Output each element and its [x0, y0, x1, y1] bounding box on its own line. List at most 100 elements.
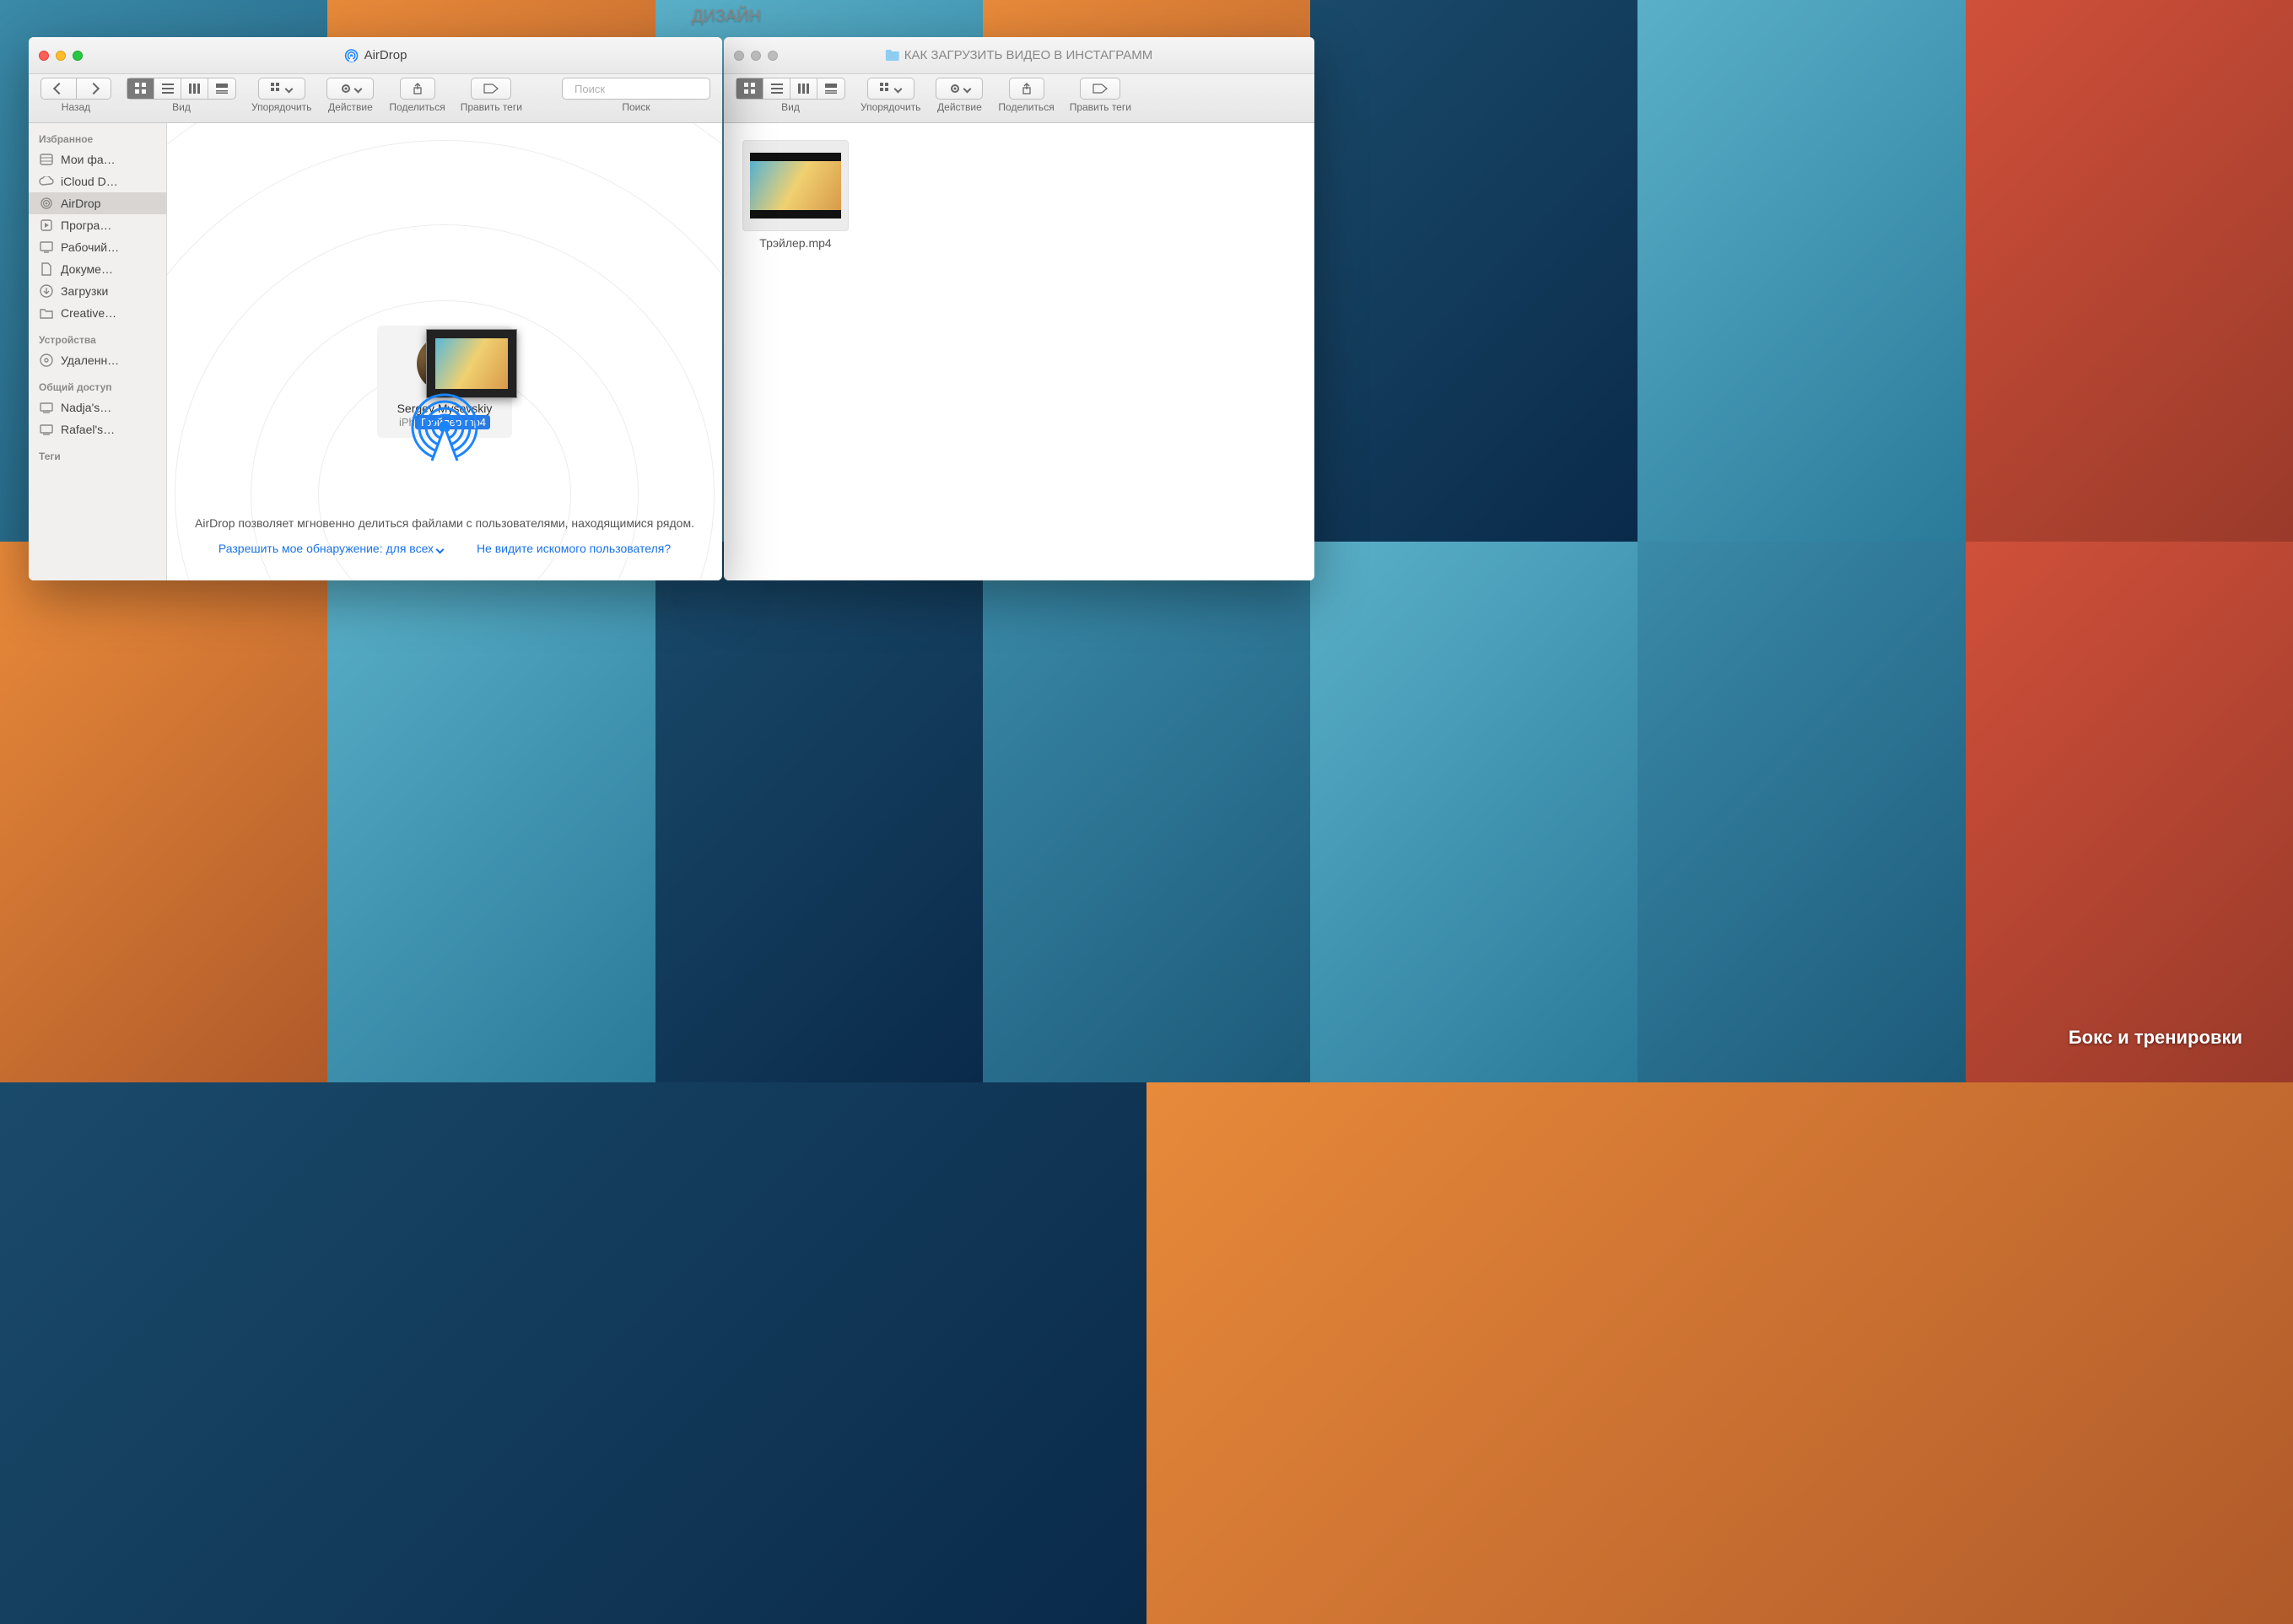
toolbar-label-tags: Править теги	[1070, 101, 1131, 113]
titlebar[interactable]: AirDrop	[29, 37, 722, 74]
action-button[interactable]	[936, 78, 983, 100]
view-coverflow-button[interactable]	[817, 78, 844, 99]
sidebar-item-label: Програ…	[61, 219, 111, 232]
minimize-button[interactable]	[56, 51, 66, 61]
disc-icon	[39, 353, 54, 368]
view-icon-button[interactable]	[127, 78, 154, 99]
toolbar-label-view: Вид	[172, 101, 191, 113]
airdrop-pane[interactable]: Sergey Mysovskiy iPhТрэйлер.mp4	[167, 123, 722, 580]
sidebar-header: Избранное	[29, 130, 166, 148]
help-link[interactable]: Не видите искомого пользователя?	[477, 542, 671, 555]
sidebar-item-label: Creative…	[61, 306, 116, 320]
arrange-button[interactable]	[867, 78, 915, 100]
sidebar-item[interactable]: Rafael's…	[29, 418, 166, 440]
sidebar-item[interactable]: Creative…	[29, 302, 166, 324]
sidebar-header: Общий доступ	[29, 378, 166, 397]
view-coverflow-button[interactable]	[208, 78, 235, 99]
desktop-icon	[39, 240, 54, 255]
finder-window-airdrop[interactable]: AirDrop Назад Вид Упорядочить	[29, 37, 722, 580]
sidebar-item-label: Рабочий…	[61, 240, 119, 254]
zoom-button[interactable]	[73, 51, 83, 61]
forward-button[interactable]	[76, 78, 111, 100]
desktop-folder-label-2: Бокс и тренировки	[2069, 1027, 2242, 1049]
share-icon	[412, 83, 424, 94]
share-button[interactable]	[1009, 78, 1044, 100]
sidebar-item[interactable]: Рабочий…	[29, 236, 166, 258]
folder-icon	[886, 50, 899, 62]
close-button[interactable]	[39, 51, 49, 61]
action-button[interactable]	[326, 78, 374, 100]
sidebar-item[interactable]: Програ…	[29, 214, 166, 236]
view-icon-button[interactable]	[736, 78, 763, 99]
view-switcher	[127, 78, 236, 100]
sidebar-item[interactable]: AirDrop	[29, 192, 166, 214]
file-thumbnail	[742, 140, 849, 231]
gear-icon	[340, 83, 352, 94]
sidebar-item-label: Удаленн…	[61, 353, 119, 367]
search-box[interactable]	[562, 78, 710, 100]
search-input[interactable]	[575, 83, 722, 95]
close-button[interactable]	[734, 51, 744, 61]
airdrop-icon	[344, 48, 359, 63]
toolbar-label-action: Действие	[937, 101, 982, 113]
arrange-button[interactable]	[258, 78, 305, 100]
tags-button[interactable]	[471, 78, 511, 100]
sidebar-item[interactable]: Загрузки	[29, 280, 166, 302]
discover-link[interactable]: Разрешить мое обнаружение: для всех	[219, 542, 443, 555]
sidebar-item-label: Rafael's…	[61, 423, 115, 436]
computer-icon	[39, 422, 54, 437]
airdrop-logo-icon	[409, 391, 480, 462]
toolbar-label-tags: Править теги	[461, 101, 522, 113]
dragged-file-thumb[interactable]	[426, 329, 517, 398]
toolbar: Назад Вид Упорядочить Действие	[29, 74, 722, 123]
applications-icon	[39, 218, 54, 233]
back-button[interactable]	[40, 78, 76, 100]
arrange-icon	[271, 83, 283, 94]
view-column-button[interactable]	[790, 78, 817, 99]
airdrop-info-text: AirDrop позволяет мгновенно делиться фай…	[167, 516, 722, 530]
share-button[interactable]	[400, 78, 435, 100]
view-list-button[interactable]	[763, 78, 790, 99]
tag-icon	[483, 84, 499, 94]
titlebar[interactable]: КАК ЗАГРУЗИТЬ ВИДЕО В ИНСТАГРАММ	[724, 37, 1314, 74]
documents-icon	[39, 262, 54, 277]
airdrop-icon	[39, 196, 54, 211]
cloud-icon	[39, 174, 54, 189]
airdrop-links: Разрешить мое обнаружение: для всех Не в…	[167, 542, 722, 555]
window-controls	[734, 51, 778, 61]
view-list-button[interactable]	[154, 78, 181, 99]
computer-icon	[39, 400, 54, 415]
chevron-right-icon	[88, 83, 100, 94]
toolbar-label-share: Поделиться	[998, 101, 1054, 113]
minimize-button[interactable]	[751, 51, 761, 61]
sidebar-item-label: Загрузки	[61, 284, 108, 298]
share-icon	[1021, 83, 1033, 94]
sidebar-item[interactable]: Мои фа…	[29, 148, 166, 170]
toolbar-label-view: Вид	[781, 101, 800, 113]
tags-button[interactable]	[1080, 78, 1120, 100]
sidebar-item-label: Nadja's…	[61, 401, 111, 414]
sidebar-item[interactable]: Nadja's…	[29, 397, 166, 418]
toolbar-label-action: Действие	[328, 101, 373, 113]
sidebar-item-label: AirDrop	[61, 197, 100, 210]
window-title: КАК ЗАГРУЗИТЬ ВИДЕО В ИНСТАГРАММ	[886, 48, 1152, 62]
sidebar-item-label: Мои фа…	[61, 153, 116, 166]
gear-icon	[949, 83, 961, 94]
toolbar-label-share: Поделиться	[389, 101, 445, 113]
finder-window-folder[interactable]: КАК ЗАГРУЗИТЬ ВИДЕО В ИНСТАГРАММ Вид Упо…	[724, 37, 1314, 580]
view-column-button[interactable]	[181, 78, 208, 99]
sidebar-item[interactable]: iCloud D…	[29, 170, 166, 192]
zoom-button[interactable]	[768, 51, 778, 61]
chevron-down-icon	[435, 546, 444, 554]
sidebar-item[interactable]: Докуме…	[29, 258, 166, 280]
arrange-icon	[880, 83, 892, 94]
icon-view[interactable]: Трэйлер.mp4	[724, 123, 1314, 580]
folder-icon	[39, 305, 54, 321]
sidebar[interactable]: Избранное Мои фа… iCloud D… AirDrop Програ… Р…	[29, 123, 167, 580]
file-item[interactable]: Трэйлер.mp4	[741, 140, 850, 250]
sidebar-item[interactable]: Удаленн…	[29, 349, 166, 371]
tag-icon	[1093, 84, 1108, 94]
all-files-icon	[39, 152, 54, 167]
sidebar-header: Устройства	[29, 331, 166, 349]
toolbar-label-arrange: Упорядочить	[861, 101, 920, 113]
